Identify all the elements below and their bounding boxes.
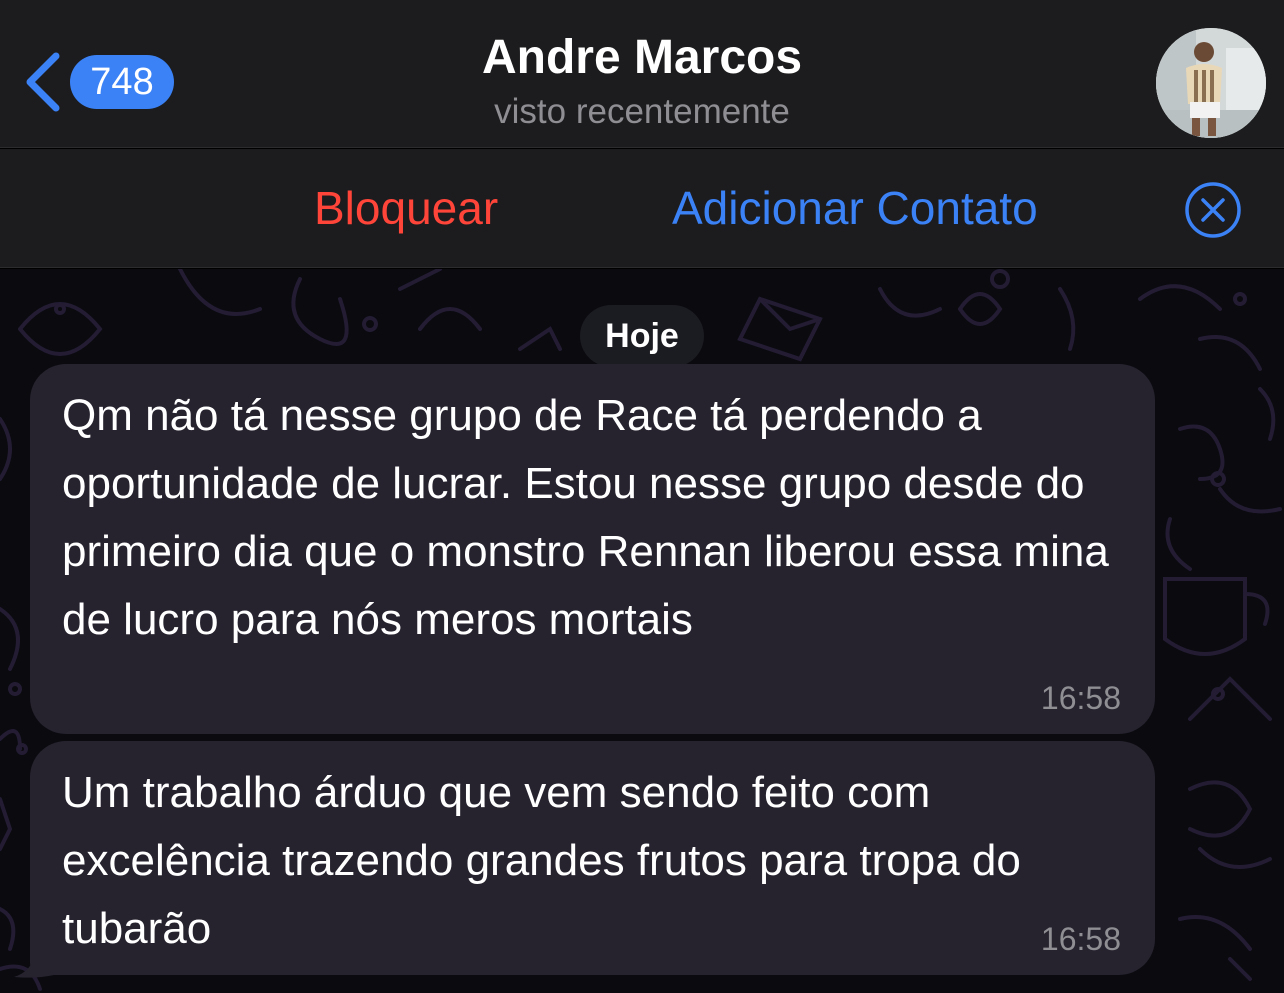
bubble-tail — [14, 955, 54, 978]
message-bubble[interactable]: Um trabalho árduo que vem sendo feito co… — [30, 741, 1155, 975]
add-contact-button[interactable]: Adicionar Contato — [672, 179, 1038, 237]
message-time: 16:58 — [1040, 680, 1121, 716]
chat-title[interactable]: Andre Marcos visto recentemente — [342, 28, 942, 134]
avatar[interactable] — [1156, 28, 1266, 138]
message-text: Um trabalho árduo que vem sendo feito co… — [62, 768, 1021, 953]
unread-count-badge: 748 — [70, 55, 174, 109]
message-time: 16:58 — [1040, 921, 1121, 957]
contact-status: visto recentemente — [494, 92, 790, 131]
contact-action-bar: Bloquear Adicionar Contato — [0, 149, 1284, 268]
chevron-left-icon — [26, 52, 60, 112]
dismiss-action-bar-button[interactable] — [1184, 181, 1242, 239]
date-separator: Hoje — [580, 305, 704, 367]
avatar-photo — [1156, 28, 1266, 138]
contact-name: Andre Marcos — [481, 31, 803, 84]
message-list[interactable]: Hoje Qm não tá nesse grupo de Race tá pe… — [0, 269, 1284, 993]
close-circle-icon — [1185, 182, 1241, 238]
navigation-bar: 748 Andre Marcos visto recentemente — [0, 0, 1284, 148]
back-button[interactable]: 748 — [20, 50, 185, 114]
block-button[interactable]: Bloquear — [314, 179, 498, 237]
message-text: Qm não tá nesse grupo de Race tá perdend… — [62, 391, 1109, 644]
chat-screen: 748 Andre Marcos visto recentemente Bloq… — [0, 0, 1284, 993]
message-bubble[interactable]: Qm não tá nesse grupo de Race tá perdend… — [30, 364, 1155, 734]
